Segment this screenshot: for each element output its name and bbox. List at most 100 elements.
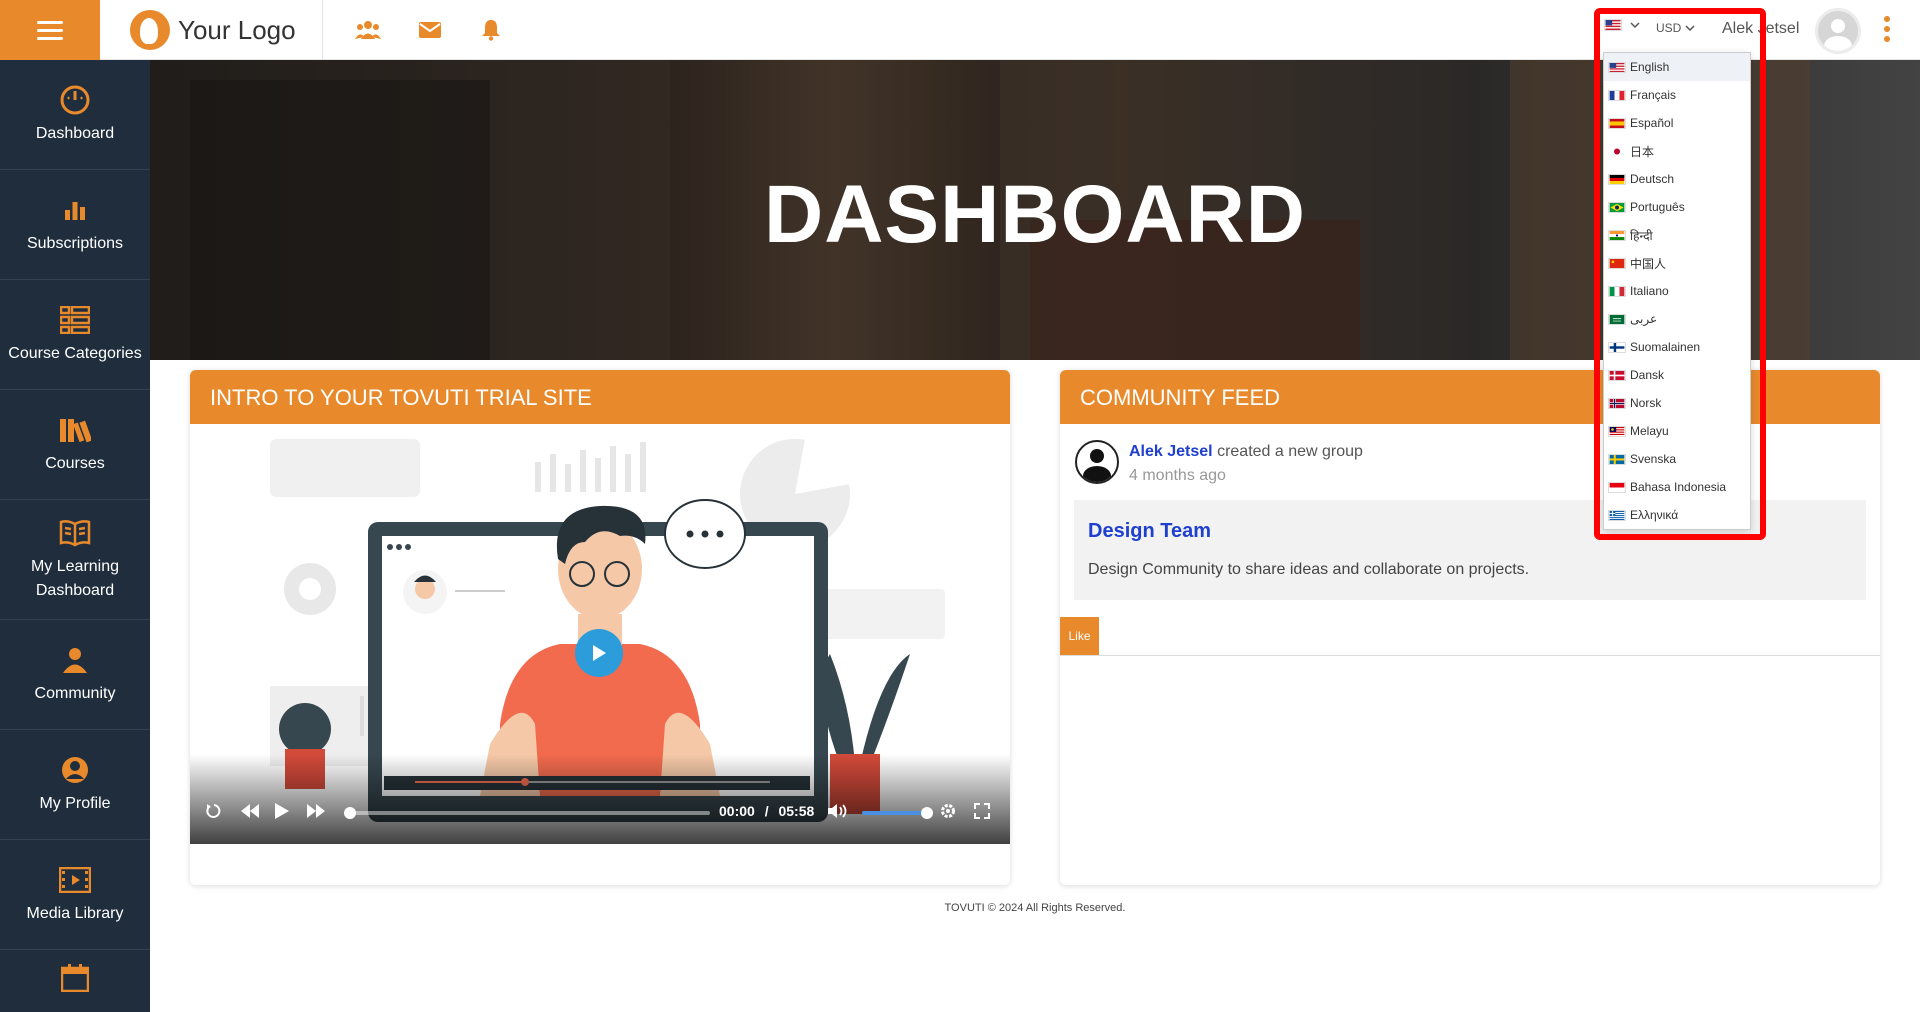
my-flag-icon [1608,425,1626,437]
avatar[interactable] [1815,8,1861,54]
language-option-japanese[interactable]: 日本 [1604,137,1750,165]
play-button[interactable] [274,802,290,823]
sa-flag-icon [1608,313,1626,325]
sidebar-item-subscriptions[interactable]: Subscriptions [0,170,150,280]
restart-icon[interactable] [206,803,222,822]
sidebar-item-my-profile[interactable]: My Profile [0,730,150,840]
fullscreen-icon[interactable] [974,803,990,822]
no-flag-icon [1608,397,1626,409]
sidebar: Dashboard Subscriptions Course Categorie… [0,60,150,1012]
language-option-francais[interactable]: Français [1604,81,1750,109]
language-option-hindi[interactable]: हिन्दी [1604,221,1750,249]
community-feed-card: COMMUNITY FEED Alek Jetsel created a new… [1060,370,1880,885]
jp-flag-icon [1608,145,1626,157]
language-option-arabic[interactable]: عربى [1604,305,1750,333]
logo-divider [322,0,323,60]
hamburger-icon [37,18,63,42]
community-icon [59,644,91,676]
hamburger-menu-button[interactable] [0,0,100,60]
progress-knob[interactable] [344,807,356,819]
currency-label: USD [1656,21,1682,35]
cn-flag-icon [1608,257,1626,269]
bar-chart-icon [59,194,91,226]
rewind-icon[interactable] [240,803,260,822]
intro-card: INTRO TO YOUR TOVUTI TRIAL SITE 00:00 / … [190,370,1010,885]
sidebar-item-media-library[interactable]: Media Library [0,840,150,950]
sidebar-item-community[interactable]: Community [0,620,150,730]
in-flag-icon [1608,229,1626,241]
chevron-down-icon [1685,25,1695,32]
user-circle-icon [59,754,91,786]
feed-author-link[interactable]: Alek Jetsel [1129,443,1213,460]
video-time: 00:00 / 05:58 [719,803,815,819]
fr-flag-icon [1608,89,1626,101]
sidebar-item-dashboard[interactable]: Dashboard [0,60,150,170]
sidebar-item-label: My Profile [39,794,111,812]
fi-flag-icon [1608,341,1626,353]
language-option-melayu[interactable]: Melayu [1604,417,1750,445]
mail-icon[interactable] [417,17,443,43]
sidebar-item-label: Dashboard [35,124,115,142]
like-button[interactable]: Like [1060,617,1099,655]
logo[interactable]: Your Logo [130,10,296,50]
more-options-icon[interactable] [1884,16,1890,42]
video-player[interactable]: 00:00 / 05:58 [190,424,1010,844]
language-option-svenska[interactable]: Svenska [1604,445,1750,473]
sidebar-item-calendar[interactable] [0,950,150,1010]
video-controls: 00:00 / 05:58 [190,754,1010,844]
language-option-espanol[interactable]: Español [1604,109,1750,137]
language-selector[interactable] [1604,19,1640,31]
user-name[interactable]: Alek Jetsel [1722,20,1799,38]
video-progress-bar[interactable] [344,807,710,819]
bell-icon[interactable] [478,17,504,43]
language-option-bahasa-indonesia[interactable]: Bahasa Indonesia [1604,473,1750,501]
volume-slider[interactable] [862,807,933,819]
dk-flag-icon [1608,369,1626,381]
group-description: Design Community to share ideas and coll… [1088,561,1530,578]
sidebar-item-label: Community [34,684,116,702]
books-icon [59,414,91,446]
play-icon [275,803,289,819]
it-flag-icon [1608,285,1626,297]
us-flag-icon [1604,19,1622,31]
feed-action: created a new group [1217,443,1363,460]
language-option-dansk[interactable]: Dansk [1604,361,1750,389]
settings-icon[interactable] [940,803,956,822]
language-option-chinese[interactable]: 中国人 [1604,249,1750,277]
author-avatar[interactable] [1075,440,1119,484]
es-flag-icon [1608,117,1626,129]
language-option-portugues[interactable]: Português [1604,193,1750,221]
currency-selector[interactable]: USD [1656,21,1695,35]
calendar-icon [59,962,91,994]
us-flag-icon [1608,61,1626,73]
feed-item: Alek Jetsel created a new group 4 months… [1075,440,1363,488]
feed-item-text: Alek Jetsel created a new group 4 months… [1129,440,1363,488]
volume-icon[interactable] [827,803,849,822]
language-option-italiano[interactable]: Italiano [1604,277,1750,305]
film-icon [59,864,91,896]
friends-icon[interactable] [355,17,381,43]
logo-icon [130,10,170,50]
chevron-down-icon [1630,21,1640,28]
id-flag-icon [1608,481,1626,493]
top-bar: Your Logo USD Alek Jetsel [0,0,1920,60]
sidebar-item-courses[interactable]: Courses [0,390,150,500]
language-dropdown: English Français Español 日本 Deutsch Port… [1603,52,1751,530]
sidebar-item-course-categories[interactable]: Course Categories [0,280,150,390]
sidebar-item-label: Subscriptions [26,234,124,252]
language-option-suomalainen[interactable]: Suomalainen [1604,333,1750,361]
volume-knob[interactable] [921,807,933,819]
play-overlay-button[interactable] [575,629,623,677]
play-icon [593,645,606,661]
language-option-norsk[interactable]: Norsk [1604,389,1750,417]
sidebar-item-my-learning-dashboard[interactable]: My Learning Dashboard [0,500,150,620]
open-book-icon [59,517,91,549]
se-flag-icon [1608,453,1626,465]
language-option-greek[interactable]: Ελληνικά [1604,501,1750,529]
de-flag-icon [1608,173,1626,185]
language-option-english[interactable]: English [1604,53,1750,81]
fast-forward-icon[interactable] [306,803,326,822]
feed-divider [1060,655,1880,656]
sidebar-item-label: Courses [45,454,105,472]
language-option-deutsch[interactable]: Deutsch [1604,165,1750,193]
